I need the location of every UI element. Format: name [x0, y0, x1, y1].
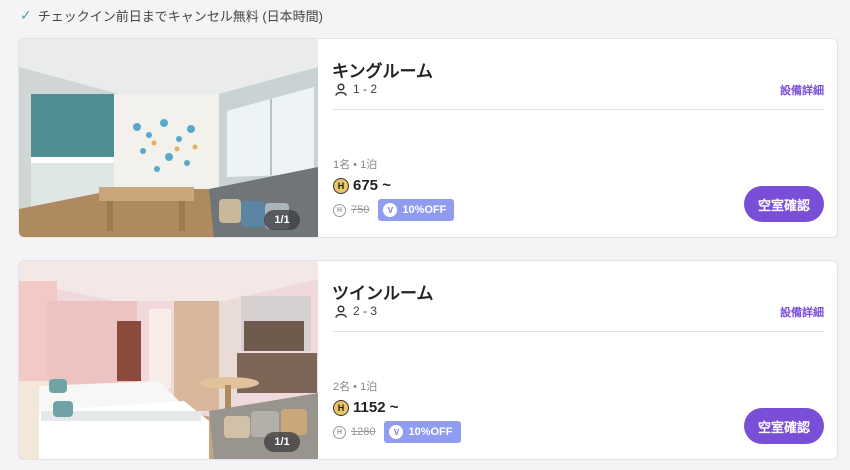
photo-counter: 1/1 — [264, 210, 300, 230]
check-availability-button[interactable]: 空室確認 — [744, 408, 824, 444]
coin-icon: H — [333, 177, 349, 194]
plan-info: 2名 • 1泊 — [333, 381, 378, 393]
discount-icon: V — [383, 203, 398, 217]
capacity-text: 1 - 2 — [353, 82, 378, 96]
divider — [332, 331, 824, 332]
original-price: 750 — [351, 204, 370, 216]
coin-outline-icon: H — [333, 203, 346, 217]
person-icon — [335, 82, 347, 96]
capacity-text: 2 - 3 — [353, 304, 378, 318]
coin-outline-icon: H — [333, 425, 346, 439]
room-card-king: 1/1 キングルーム 1 - 2 設備詳細 1名 • 1泊 H 675 ~ H … — [18, 38, 838, 238]
room-info: ツインルーム 2 - 3 設備詳細 2名 • 1泊 H 1152 ~ H 128… — [332, 261, 824, 459]
plan-info: 1名 • 1泊 — [333, 159, 378, 171]
room-info: キングルーム 1 - 2 設備詳細 1名 • 1泊 H 675 ~ H 750 … — [332, 39, 824, 237]
room-photo-image — [19, 39, 318, 237]
discount-badge: V 10%OFF — [378, 199, 455, 221]
room-photo[interactable]: 1/1 — [19, 261, 318, 459]
coin-icon: H — [333, 399, 349, 416]
person-icon — [335, 304, 347, 318]
photo-counter: 1/1 — [264, 432, 300, 452]
capacity: 1 - 2 — [335, 82, 377, 96]
price-row: H 1152 ~ — [333, 399, 398, 416]
original-price-row: H 750 V 10%OFF — [333, 199, 455, 221]
discount-text: 10%OFF — [408, 426, 453, 438]
divider — [332, 109, 824, 110]
capacity: 2 - 3 — [335, 304, 377, 318]
facility-details-link[interactable]: 設備詳細 — [780, 304, 824, 320]
room-photo[interactable]: 1/1 — [19, 39, 318, 237]
discount-icon: V — [389, 425, 404, 439]
check-icon: ✓ — [20, 7, 32, 23]
facility-details-link[interactable]: 設備詳細 — [780, 82, 824, 98]
price: 675 ~ — [353, 177, 391, 194]
cancellation-notice: ✓ チェックイン前日までキャンセル無料 (日本時間) — [20, 6, 323, 24]
price-row: H 675 ~ — [333, 177, 391, 194]
original-price-row: H 1280 V 10%OFF — [333, 421, 461, 443]
discount-text: 10%OFF — [402, 204, 447, 216]
price: 1152 ~ — [353, 399, 399, 416]
room-name: キングルーム — [332, 62, 433, 81]
check-availability-button[interactable]: 空室確認 — [744, 186, 824, 222]
original-price: 1280 — [351, 426, 376, 438]
room-photo-image — [19, 261, 318, 459]
room-card-twin: 1/1 ツインルーム 2 - 3 設備詳細 2名 • 1泊 H 1152 ~ H… — [18, 260, 838, 460]
discount-badge: V 10%OFF — [384, 421, 461, 443]
room-name: ツインルーム — [332, 284, 434, 303]
cancellation-notice-text: チェックイン前日までキャンセル無料 (日本時間) — [37, 8, 324, 24]
